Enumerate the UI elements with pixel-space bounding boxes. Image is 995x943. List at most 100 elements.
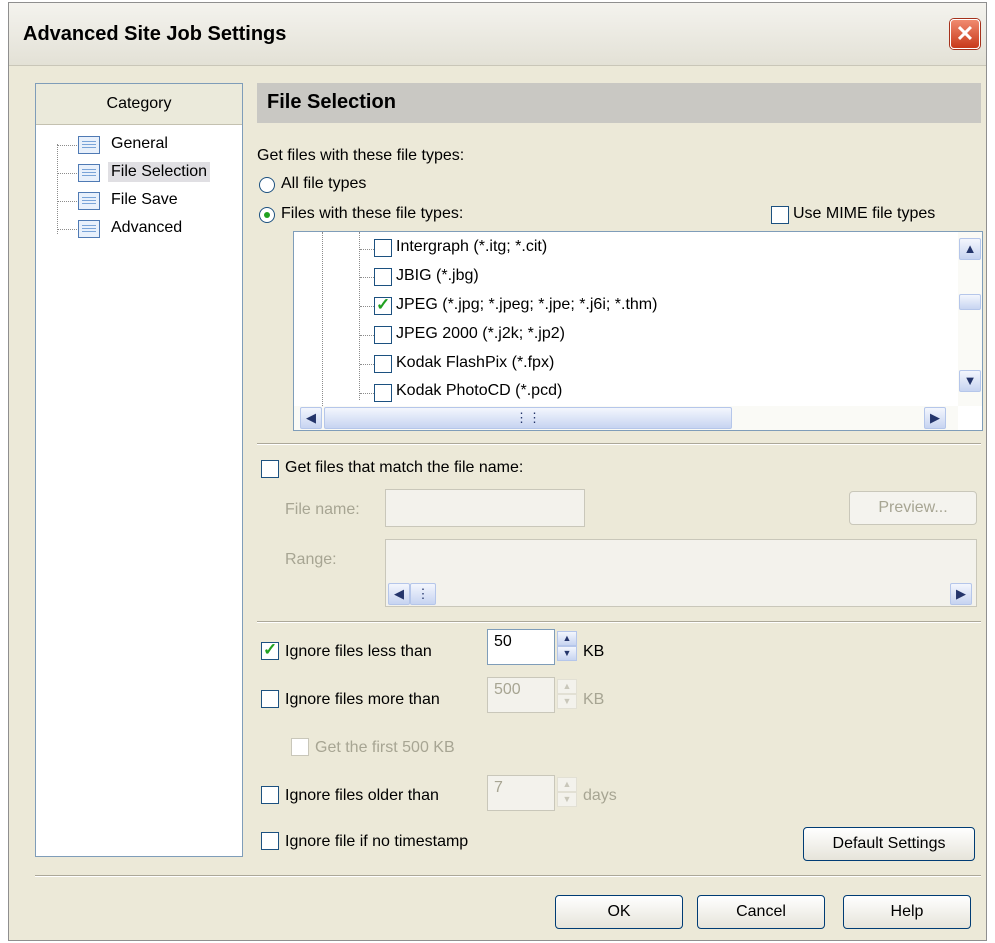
tree-line <box>360 277 374 278</box>
mime-checkbox[interactable] <box>771 206 789 224</box>
category-panel: Category General File Selection File Sav… <box>35 83 243 857</box>
scroll-thumb[interactable]: ⋮⋮ <box>324 407 732 429</box>
category-item-advanced[interactable]: Advanced <box>108 218 185 238</box>
tree-line <box>360 364 374 365</box>
ignore-older-than-unit: days <box>583 787 617 804</box>
match-file-name-checkbox[interactable] <box>261 460 279 478</box>
arrow-left-icon[interactable]: ◀ <box>388 583 410 605</box>
tree-lines <box>57 144 58 234</box>
file-type-label[interactable]: Kodak PhotoCD (*.pcd) <box>396 382 562 400</box>
tree-line <box>57 229 77 230</box>
tree-line <box>57 201 77 202</box>
ignore-less-than-label[interactable]: Ignore files less than <box>285 643 432 661</box>
range-label: Range: <box>285 551 337 568</box>
ignore-older-than-checkbox[interactable] <box>261 786 279 804</box>
cancel-button[interactable]: Cancel <box>697 895 825 929</box>
file-type-label[interactable]: Intergraph (*.itg; *.cit) <box>396 238 547 256</box>
page-icon <box>78 220 100 238</box>
ignore-less-than-stepper[interactable]: ▲ ▼ <box>557 631 577 661</box>
tree-line <box>360 393 374 394</box>
arrow-down-icon[interactable]: ▼ <box>557 646 577 661</box>
range-scrollbar[interactable]: ◀ ⋮ ▶ <box>386 582 976 606</box>
preview-button[interactable]: Preview... <box>849 491 977 525</box>
tree-line <box>360 306 374 307</box>
page-icon <box>78 164 100 182</box>
arrow-up-icon[interactable]: ▲ <box>557 777 577 792</box>
separator <box>257 443 981 445</box>
arrow-down-icon[interactable]: ▼ <box>557 694 577 709</box>
file-type-label[interactable]: Kodak FlashPix (*.fpx) <box>396 354 554 372</box>
file-type-checkbox[interactable] <box>374 295 392 315</box>
tree-line <box>57 145 77 146</box>
help-button[interactable]: Help <box>843 895 971 929</box>
vertical-scrollbar[interactable]: ▲ ▼ <box>958 232 982 406</box>
tree-line <box>360 249 374 250</box>
section-title: File Selection <box>267 91 396 113</box>
ignore-no-timestamp-checkbox[interactable] <box>261 832 279 850</box>
arrow-right-icon[interactable]: ▶ <box>924 407 946 429</box>
page-icon <box>78 192 100 210</box>
title-bar[interactable]: Advanced Site Job Settings ✕ <box>9 3 986 66</box>
get-first-label: Get the first 500 KB <box>315 739 455 756</box>
arrow-left-icon[interactable]: ◀ <box>300 407 322 429</box>
ignore-no-timestamp-label[interactable]: Ignore file if no timestamp <box>285 833 468 851</box>
horizontal-scrollbar[interactable]: ◀ ⋮⋮ ▶ <box>294 406 958 430</box>
ignore-more-than-checkbox[interactable] <box>261 690 279 708</box>
arrow-right-icon[interactable]: ▶ <box>950 583 972 605</box>
ignore-older-than-stepper[interactable]: ▲ ▼ <box>557 777 577 807</box>
ignore-less-than-unit: KB <box>583 643 605 660</box>
arrow-up-icon[interactable]: ▲ <box>557 631 577 646</box>
arrow-up-icon[interactable]: ▲ <box>959 238 981 260</box>
file-types-list[interactable]: Intergraph (*.itg; *.cit) JBIG (*.jbg) J… <box>293 231 983 431</box>
separator <box>257 621 981 623</box>
range-field[interactable]: ◀ ⋮ ▶ <box>385 539 977 607</box>
category-item-general[interactable]: General <box>108 134 171 154</box>
radio-these-file-types[interactable] <box>259 207 275 223</box>
file-type-checkbox[interactable] <box>374 268 392 286</box>
ignore-less-than-input[interactable]: 50 <box>487 629 555 665</box>
file-type-checkbox[interactable] <box>374 326 392 344</box>
match-file-name-label[interactable]: Get files that match the file name: <box>285 459 523 477</box>
ignore-more-than-unit: KB <box>583 691 605 708</box>
category-item-file-save[interactable]: File Save <box>108 190 181 210</box>
ok-button[interactable]: OK <box>555 895 683 929</box>
scroll-thumb[interactable]: ⋮ <box>410 583 436 605</box>
file-type-label[interactable]: JPEG (*.jpg; *.jpeg; *.jpe; *.j6i; *.thm… <box>396 296 657 314</box>
file-type-checkbox[interactable] <box>374 355 392 373</box>
file-type-label[interactable]: JPEG 2000 (*.j2k; *.jp2) <box>396 325 565 343</box>
ignore-more-than-input[interactable]: 500 <box>487 677 555 713</box>
file-types-group-label: Get files with these file types: <box>257 147 465 164</box>
category-header: Category <box>36 84 242 125</box>
ignore-more-than-label[interactable]: Ignore files more than <box>285 691 440 709</box>
file-name-field[interactable] <box>385 489 585 527</box>
file-name-label: File name: <box>285 501 360 518</box>
arrow-down-icon[interactable]: ▼ <box>557 792 577 807</box>
page-icon <box>78 136 100 154</box>
ignore-older-than-label[interactable]: Ignore files older than <box>285 787 439 805</box>
dialog-window: Advanced Site Job Settings ✕ Category Ge… <box>8 2 987 941</box>
mime-checkbox-label[interactable]: Use MIME file types <box>793 205 935 223</box>
ignore-older-than-input[interactable]: 7 <box>487 775 555 811</box>
separator <box>35 875 981 877</box>
radio-these-file-types-label[interactable]: Files with these file types: <box>281 205 463 223</box>
ignore-more-than-stepper[interactable]: ▲ ▼ <box>557 679 577 709</box>
close-button[interactable]: ✕ <box>950 19 980 49</box>
tree-line <box>322 232 323 408</box>
get-first-checkbox[interactable] <box>291 738 309 756</box>
ignore-less-than-checkbox[interactable] <box>261 640 279 660</box>
radio-all-file-types[interactable] <box>259 177 275 193</box>
arrow-down-icon[interactable]: ▼ <box>959 370 981 392</box>
category-item-file-selection[interactable]: File Selection <box>108 162 211 182</box>
file-type-checkbox[interactable] <box>374 239 392 257</box>
default-settings-button[interactable]: Default Settings <box>803 827 975 861</box>
file-type-label[interactable]: JBIG (*.jbg) <box>396 267 479 285</box>
close-icon: ✕ <box>955 21 975 46</box>
window-title: Advanced Site Job Settings <box>23 23 287 45</box>
tree-line <box>360 335 374 336</box>
scroll-thumb[interactable] <box>959 294 981 310</box>
section-header: File Selection <box>257 83 981 123</box>
tree-line <box>359 232 360 400</box>
arrow-up-icon[interactable]: ▲ <box>557 679 577 694</box>
file-type-checkbox[interactable] <box>374 384 392 402</box>
radio-all-file-types-label[interactable]: All file types <box>281 175 366 193</box>
